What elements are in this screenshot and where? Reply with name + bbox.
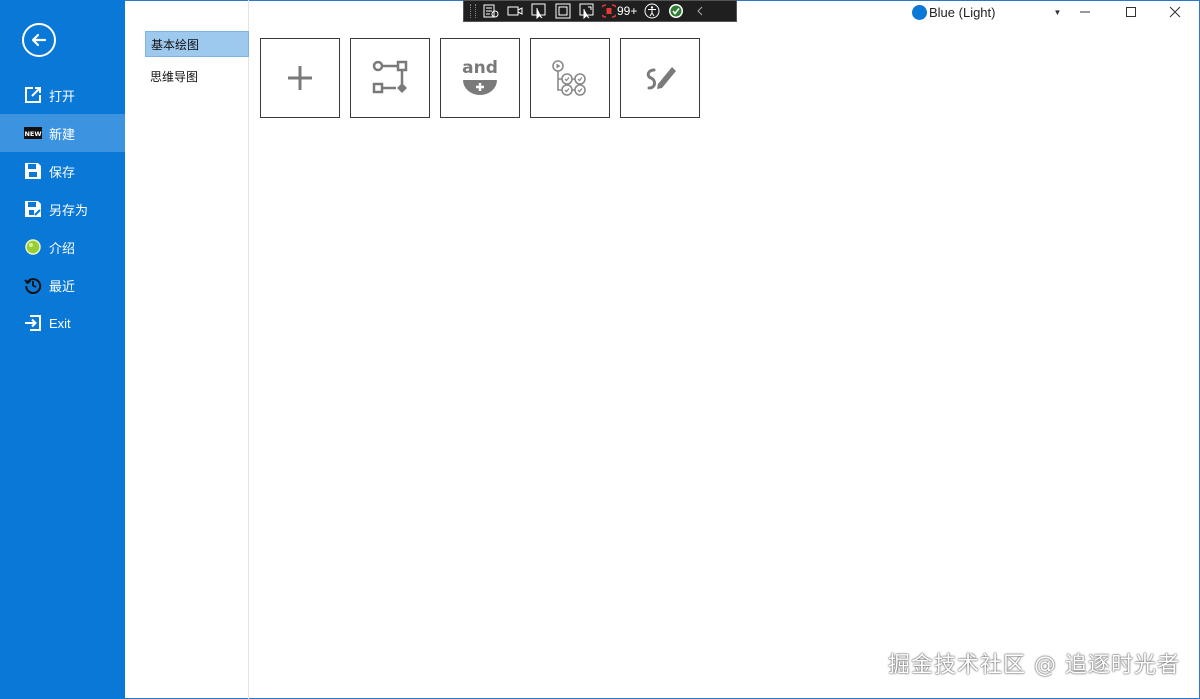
maximize-button[interactable] bbox=[1108, 0, 1154, 24]
exit-icon bbox=[24, 314, 42, 332]
category-basic-drawing[interactable]: 基本绘图 bbox=[145, 31, 249, 57]
sidebar-item-label: 新建 bbox=[49, 126, 76, 142]
close-button[interactable] bbox=[1152, 0, 1198, 24]
template-freehand[interactable] bbox=[620, 38, 700, 118]
toolbar-grip[interactable] bbox=[470, 4, 476, 18]
freehand-draw-icon bbox=[646, 67, 676, 90]
category-label: 基本绘图 bbox=[151, 37, 200, 52]
sidebar-item-open[interactable]: 打开 bbox=[0, 76, 125, 114]
info-ball-icon bbox=[24, 238, 42, 256]
sidebar-item-new[interactable]: NEW 新建 bbox=[0, 114, 125, 152]
save-as-icon bbox=[24, 200, 42, 218]
minimize-button[interactable] bbox=[1062, 0, 1108, 24]
back-arrow-circle-icon bbox=[31, 33, 47, 47]
collapse-chevron-icon[interactable] bbox=[691, 3, 709, 19]
accessibility-icon[interactable] bbox=[643, 3, 661, 19]
sidebar-item-exit[interactable]: Exit bbox=[0, 304, 125, 342]
sidebar-item-label: 最近 bbox=[49, 278, 76, 294]
template-blank[interactable] bbox=[260, 38, 340, 118]
logic-and-icon: and bbox=[462, 58, 498, 95]
check-ok-icon[interactable] bbox=[667, 3, 685, 19]
template-flowchart[interactable] bbox=[350, 38, 430, 118]
minimize-icon bbox=[1080, 11, 1090, 13]
sidebar-item-save-as[interactable]: 另存为 bbox=[0, 190, 125, 228]
new-badge-text: NEW bbox=[24, 130, 41, 138]
history-icon bbox=[24, 276, 42, 294]
sidebar-item-label: 保存 bbox=[49, 164, 76, 180]
category-label: 思维导图 bbox=[150, 69, 199, 84]
theme-color-dot bbox=[912, 4, 927, 20]
flowchart-icon bbox=[372, 60, 408, 94]
video-camera-icon[interactable] bbox=[506, 3, 524, 19]
debug-toolbar: 99+ bbox=[463, 0, 737, 22]
track-focus-icon[interactable] bbox=[578, 3, 596, 19]
category-mind-map[interactable]: 思维导图 bbox=[145, 63, 249, 89]
binding-error-count: 99+ bbox=[617, 4, 638, 18]
new-badge-icon: NEW bbox=[24, 124, 42, 142]
template-logic-gate[interactable]: and bbox=[440, 38, 520, 118]
sidebar-item-about[interactable]: 介绍 bbox=[0, 228, 125, 266]
live-tree-icon[interactable] bbox=[482, 3, 500, 19]
sidebar-nav: 打开 NEW 新建 保存 另存为 介绍 最近 Exit bbox=[0, 76, 125, 342]
chevron-down-icon: ▼ bbox=[1053, 7, 1062, 17]
binding-errors[interactable]: 99+ bbox=[602, 4, 637, 18]
template-gallery: and bbox=[260, 38, 710, 118]
binding-error-icon bbox=[602, 4, 616, 18]
sidebar: 打开 NEW 新建 保存 另存为 介绍 最近 Exit bbox=[0, 0, 125, 699]
back-button[interactable] bbox=[22, 23, 56, 57]
open-external-icon bbox=[24, 86, 42, 104]
sidebar-item-label: 打开 bbox=[49, 88, 76, 104]
category-list: 基本绘图 思维导图 bbox=[125, 0, 249, 699]
sidebar-item-save[interactable]: 保存 bbox=[0, 152, 125, 190]
theme-label: Blue (Light) bbox=[929, 4, 996, 20]
maximize-icon bbox=[1126, 7, 1136, 17]
workflow-icon bbox=[552, 60, 586, 96]
close-icon bbox=[1169, 6, 1181, 18]
sidebar-item-label: 介绍 bbox=[49, 240, 76, 256]
select-element-icon[interactable] bbox=[530, 3, 548, 19]
sidebar-item-label: Exit bbox=[49, 315, 71, 331]
watermark: 掘金技术社区 @ 追逐时光者 bbox=[888, 653, 1180, 678]
plus-icon bbox=[288, 66, 312, 90]
sidebar-item-recent[interactable]: 最近 bbox=[0, 266, 125, 304]
theme-selector[interactable]: Blue (Light) ▼ bbox=[912, 3, 1061, 21]
sidebar-item-label: 另存为 bbox=[49, 202, 89, 218]
layout-adorner-icon[interactable] bbox=[554, 3, 572, 19]
template-workflow[interactable] bbox=[530, 38, 610, 118]
logic-and-text: and bbox=[462, 58, 498, 78]
save-icon bbox=[24, 162, 42, 180]
